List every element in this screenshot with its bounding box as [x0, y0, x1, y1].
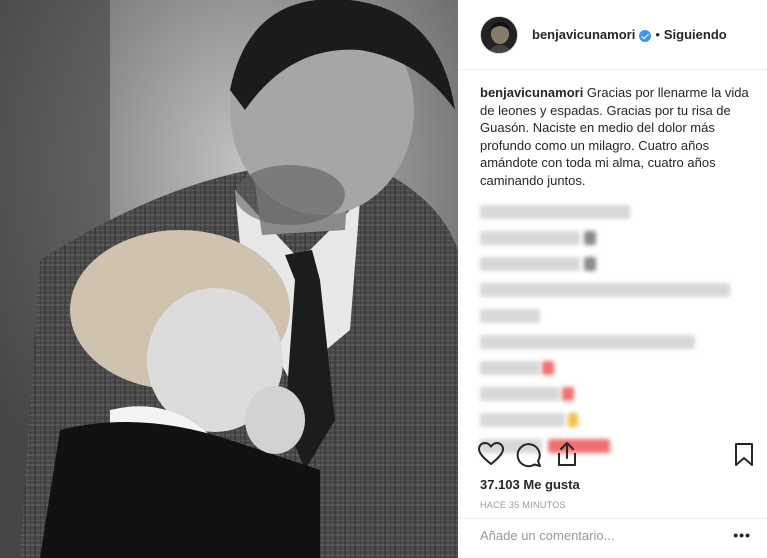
blurred-comment	[480, 409, 752, 431]
likes-count[interactable]: 37.103 Me gusta	[480, 477, 580, 492]
post-side-panel: benjavicunamori • Siguiendo benjavicunam…	[458, 0, 767, 558]
blurred-comment	[480, 227, 752, 249]
post-caption: benjavicunamori Gracias por llenarme la …	[480, 84, 752, 189]
blurred-comment	[480, 357, 752, 379]
following-button[interactable]: Siguiendo	[664, 27, 727, 42]
like-button[interactable]	[478, 442, 504, 471]
blurred-comment	[480, 253, 752, 275]
photo-illustration	[0, 0, 458, 558]
avatar-image	[481, 16, 517, 53]
post-actions	[458, 436, 767, 476]
comment-button[interactable]	[516, 442, 542, 473]
comment-input[interactable]	[480, 528, 720, 543]
caption-text: Gracias por llenarme la vida de leones y…	[480, 85, 749, 188]
verified-badge-icon	[639, 29, 652, 42]
post-photo[interactable]	[0, 0, 458, 558]
comment-bubble-icon	[516, 443, 541, 468]
post-username[interactable]: benjavicunamori	[532, 27, 635, 42]
more-options-icon[interactable]: •••	[733, 527, 751, 543]
blurred-comment	[480, 279, 752, 301]
blurred-comment	[480, 383, 752, 405]
blurred-comment	[480, 305, 752, 327]
avatar[interactable]	[480, 15, 518, 54]
separator-dot: •	[655, 27, 660, 42]
post-timestamp[interactable]: HACE 35 MINUTOS	[480, 500, 566, 510]
comments-list: benjavicunamori Gracias por llenarme la …	[480, 84, 752, 461]
heart-icon	[478, 442, 504, 465]
share-icon	[558, 442, 576, 466]
share-button[interactable]	[555, 441, 579, 472]
add-comment-bar: •••	[458, 518, 767, 558]
caption-username[interactable]: benjavicunamori	[480, 85, 583, 100]
save-button[interactable]	[734, 442, 754, 473]
post-header: benjavicunamori • Siguiendo	[458, 0, 767, 70]
bookmark-icon	[735, 443, 753, 466]
blurred-comment	[480, 331, 752, 353]
blurred-comment	[480, 201, 752, 223]
